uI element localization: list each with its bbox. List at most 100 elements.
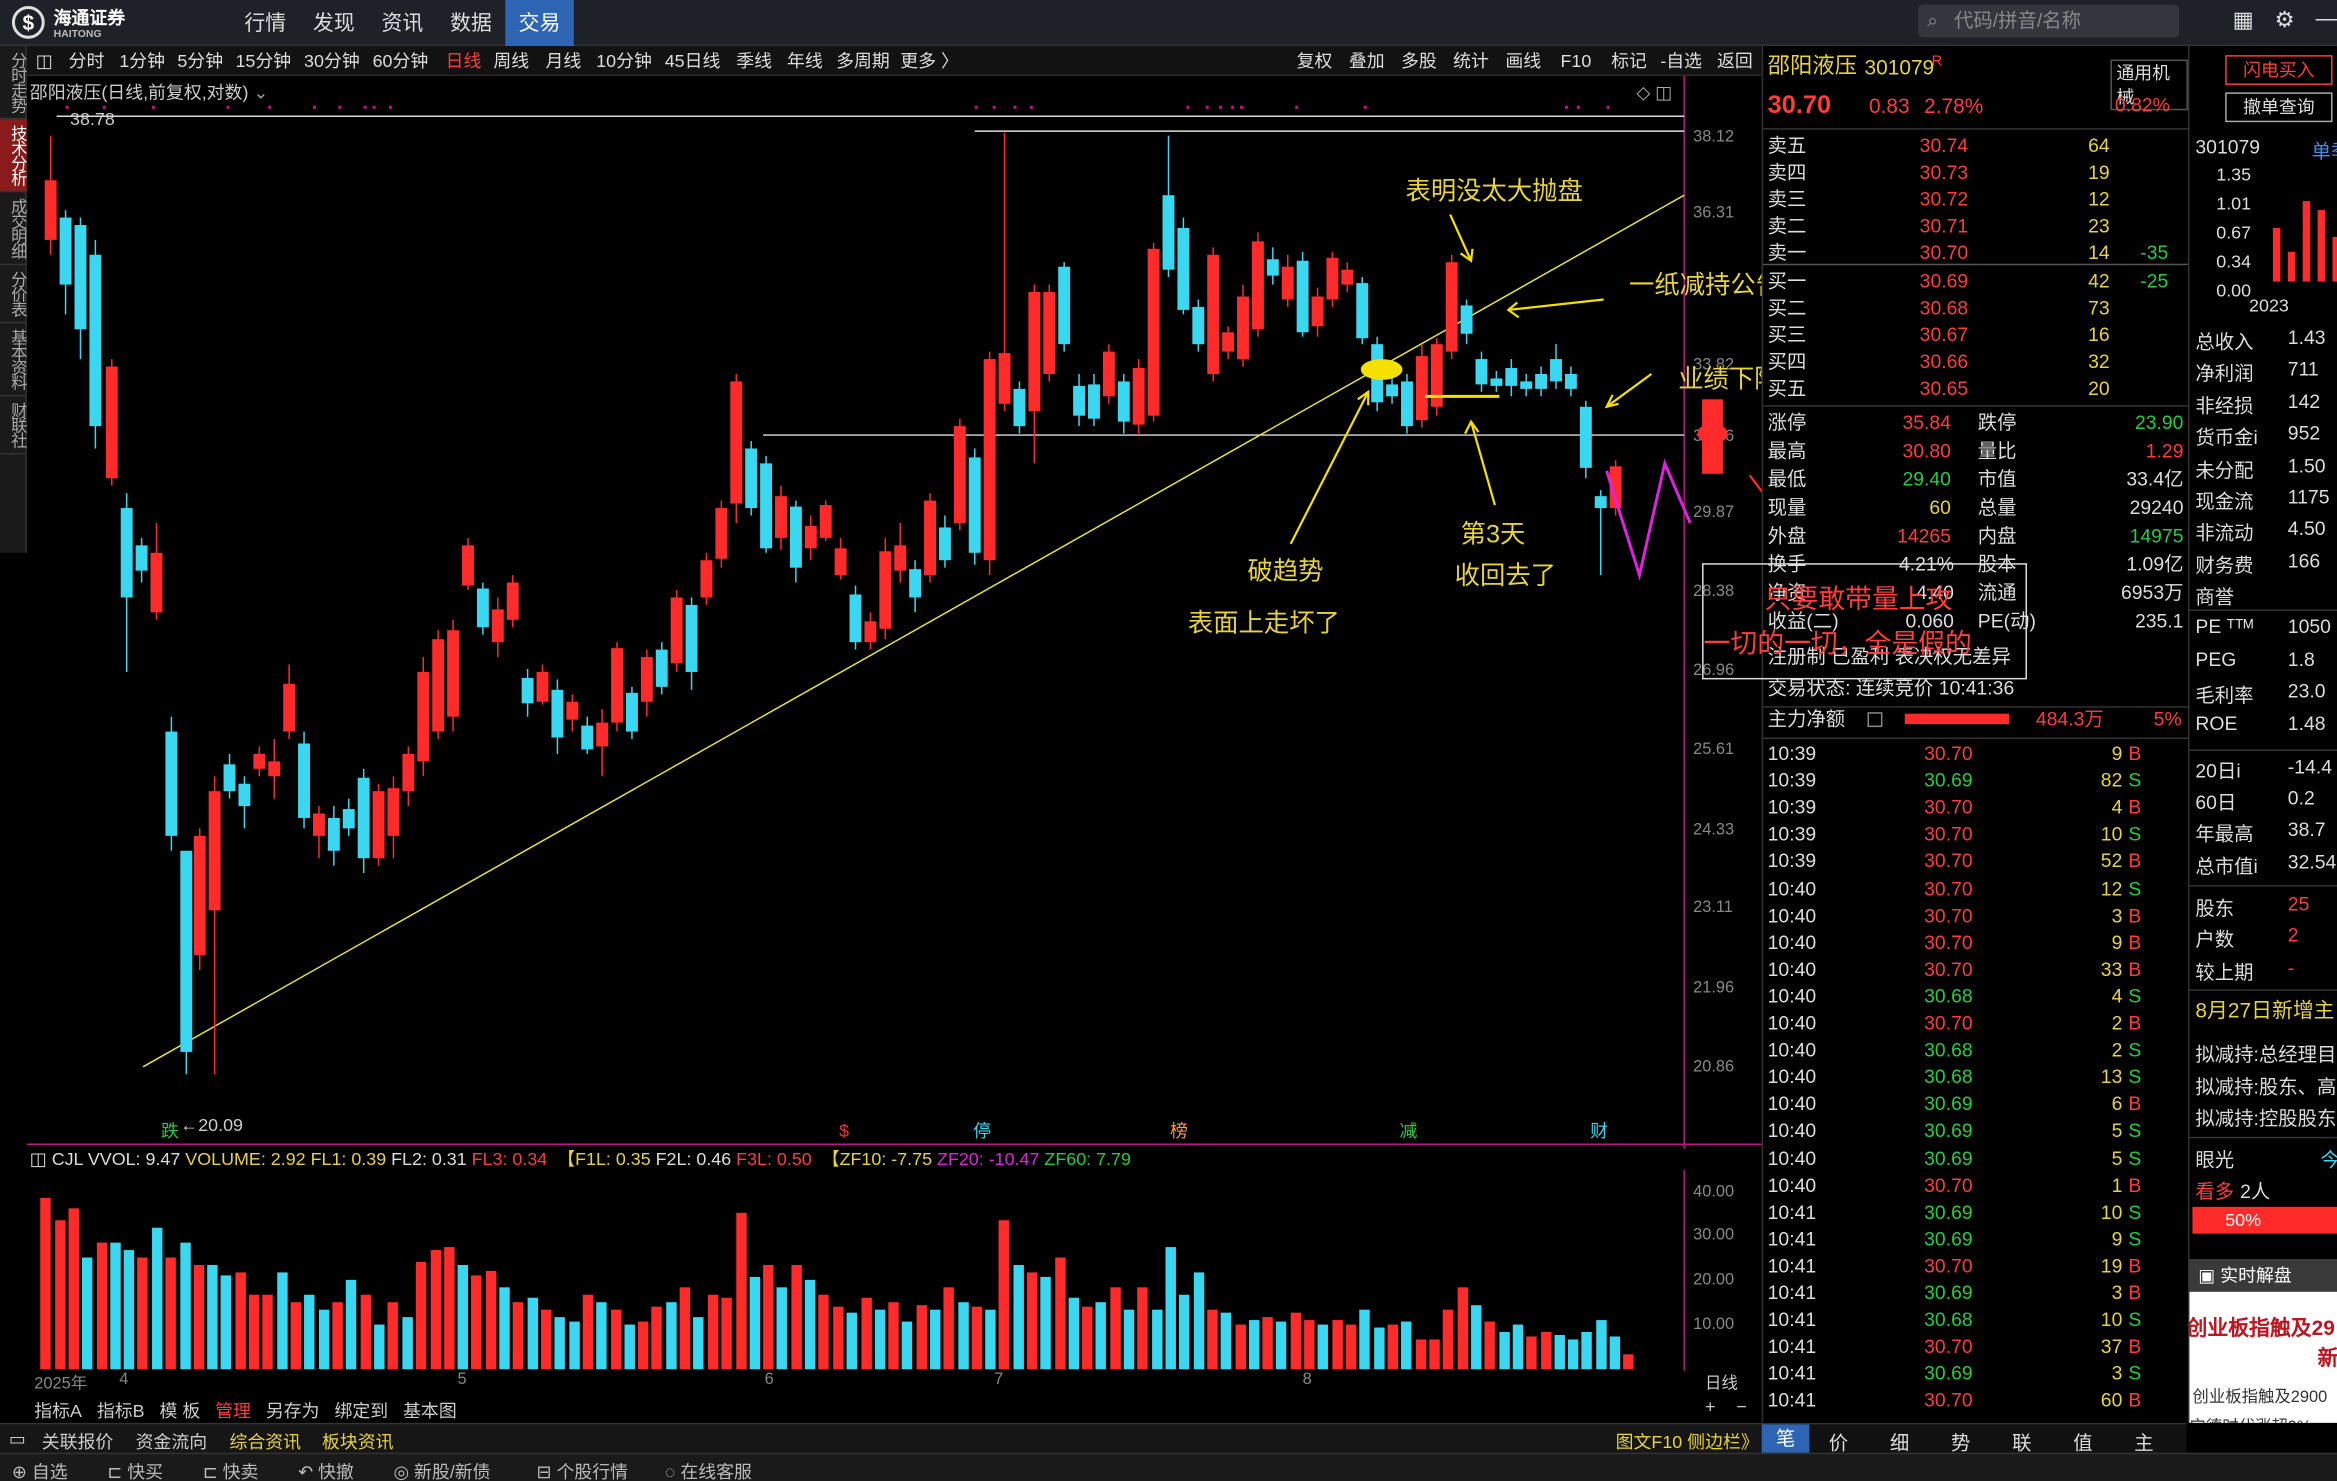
period-daily[interactable]: 日线 (446, 46, 482, 76)
tab-trend[interactable]: 势 (1951, 1427, 1970, 1455)
period-60min[interactable]: 60分钟 (373, 46, 429, 76)
period-5min[interactable]: 5分钟 (177, 46, 223, 76)
nav-quotes[interactable]: 行情 (231, 0, 300, 46)
tab-value[interactable]: 值 (2073, 1427, 2092, 1455)
period-weekly[interactable]: 周线 (493, 46, 529, 76)
tab-price-table[interactable]: 分价表 (0, 265, 27, 324)
minimize-icon[interactable]: — (2316, 6, 2337, 33)
tab-bind[interactable]: 绑定到 (334, 1397, 388, 1422)
tool-watchlist[interactable]: -自选 (1660, 46, 1702, 76)
tab-technical[interactable]: 技术分析 (0, 119, 27, 193)
candle (730, 373, 743, 523)
chart-settings-icon[interactable]: ⌄ (253, 82, 268, 103)
tab-price[interactable]: 价 (1829, 1427, 1848, 1455)
live-text: 创业板指触及2900 (2192, 1388, 2328, 1407)
cancel-query-button[interactable]: 撤单查询 (2225, 92, 2333, 123)
link-f10-sidebar[interactable]: 图文F10 侧边栏》 (1616, 1429, 1759, 1454)
gear-icon[interactable]: ⚙ (2275, 6, 2295, 32)
tab-intraday[interactable]: 分时走势 (0, 46, 27, 120)
link-related-quotes[interactable]: 关联报价 (42, 1429, 114, 1454)
tab-basic-info[interactable]: 基本资料 (0, 323, 27, 397)
tab-cls[interactable]: 财联社 (0, 396, 27, 455)
period-10min[interactable]: 10分钟 (596, 46, 652, 76)
stat-row: 最低 29.40 市值 33.4亿 (1763, 466, 2188, 493)
tick-side: S (2128, 1065, 2142, 1088)
tool-mark[interactable]: 标记 (1611, 46, 1647, 76)
live-title: 创业板指触及29 (2187, 1315, 2335, 1340)
tab-ticks[interactable]: 笔 (1761, 1424, 1810, 1455)
tab-link[interactable]: 联 (2012, 1427, 2031, 1455)
tab-detail[interactable]: 细 (1890, 1427, 1909, 1455)
live-analysis-header[interactable]: ▣ 实时解盘 (2189, 1258, 2337, 1292)
news-item[interactable]: 拟减持:总经理目 (2195, 1038, 2336, 1066)
tick-volume: 1 (2111, 1173, 2123, 1196)
tab-indicator-a[interactable]: 指标A (34, 1397, 82, 1422)
period-quarter[interactable]: 季线 (736, 46, 772, 76)
period-multi[interactable]: 多周期 (836, 46, 890, 76)
period-year[interactable]: 年线 (787, 46, 823, 76)
nav-discover[interactable]: 发现 (300, 0, 369, 46)
zoom-in-icon[interactable]: + (1705, 1396, 1715, 1417)
status-quick-cancel[interactable]: ↶ 快撤 (298, 1459, 354, 1481)
link-sector-news[interactable]: 板块资讯 (322, 1429, 394, 1454)
tab-manage[interactable]: 管理 (215, 1397, 251, 1422)
tool-back[interactable]: 返回 (1717, 46, 1753, 76)
period-monthly[interactable]: 月线 (545, 46, 581, 76)
nav-data[interactable]: 数据 (437, 0, 506, 46)
news-item[interactable]: 拟减持:控股股东 (2195, 1103, 2336, 1131)
news-head[interactable]: 8月27日新增主 (2195, 995, 2334, 1025)
side-label: 20日i (2195, 759, 2241, 783)
eye-right[interactable]: 今 (2321, 1144, 2337, 1172)
layout-icon[interactable]: ◫ (36, 46, 53, 76)
vol-settings-icon[interactable]: ◫ (30, 1149, 47, 1170)
status-watchlist[interactable]: ⊕ 自选 (12, 1459, 68, 1481)
period-1min[interactable]: 1分钟 (119, 46, 165, 76)
status-quick-sell[interactable]: ⊏ 快卖 (203, 1459, 259, 1481)
nav-trade[interactable]: 交易 (505, 0, 574, 47)
period-45day[interactable]: 45日线 (665, 46, 721, 76)
zoom-out-icon[interactable]: − (1736, 1396, 1746, 1417)
tab-trades[interactable]: 成交明细 (0, 192, 27, 266)
tab-save-as[interactable]: 另存为 (266, 1397, 320, 1422)
status-stock-quote[interactable]: ⊟ 个股行情 (537, 1459, 629, 1481)
volume-bar (1220, 1312, 1232, 1370)
search-input[interactable]: ⌕ 代码/拼音/名称 (1918, 4, 2180, 38)
kline-chart[interactable]: 38.1236.3133.8231.3629.8728.3826.9625.61… (26, 75, 1762, 1149)
period-intraday[interactable]: 分时 (69, 46, 105, 76)
tool-adjust[interactable]: 复权 (1297, 46, 1333, 76)
tick-side: B (2128, 1281, 2142, 1304)
checkbox-icon[interactable]: ▭ (9, 1429, 26, 1450)
period-more[interactable]: 更多 〉 (900, 46, 959, 76)
candle (357, 768, 370, 874)
link-fund-flow[interactable]: 资金流向 (136, 1429, 208, 1454)
period-30min[interactable]: 30分钟 (304, 46, 360, 76)
volume-bar (916, 1305, 928, 1370)
status-ipo[interactable]: ◎ 新股/新债 (393, 1459, 490, 1481)
grid-icon[interactable]: ▦ (2233, 6, 2254, 32)
chart-corner-icons[interactable]: ◇ ◫ (1636, 82, 1672, 103)
tab-main[interactable]: 主 (2134, 1427, 2153, 1455)
tool-multi[interactable]: 多股 (1401, 46, 1437, 76)
main-flow-icon[interactable] (1867, 712, 1883, 728)
tab-indicator-b[interactable]: 指标B (97, 1397, 145, 1422)
tool-overlay[interactable]: 叠加 (1349, 46, 1385, 76)
tick-time: 10:40 (1767, 1146, 1817, 1169)
nav-news[interactable]: 资讯 (368, 0, 437, 46)
volume-bar (360, 1294, 372, 1370)
volume-chart[interactable]: 40.00 30.00 20.00 10.00 (27, 1169, 1762, 1371)
tick-volume: 9 (2111, 1227, 2123, 1250)
tool-stats[interactable]: 统计 (1453, 46, 1489, 76)
tick-price: 30.68 (1924, 1308, 1973, 1331)
status-quick-buy[interactable]: ⊏ 快买 (107, 1459, 163, 1481)
flash-buy-button[interactable]: 闪电买入 (2225, 55, 2333, 85)
tab-template[interactable]: 模 板 (160, 1397, 201, 1422)
side-unit[interactable]: 单季 (2312, 136, 2337, 164)
stat-value: 6953万 (2120, 581, 2184, 604)
tool-f10[interactable]: F10 (1560, 46, 1591, 76)
news-item[interactable]: 拟减持:股东、高 (2195, 1071, 2336, 1099)
tool-draw[interactable]: 画线 (1505, 46, 1541, 76)
link-news[interactable]: 综合资讯 (230, 1429, 302, 1454)
period-15min[interactable]: 15分钟 (235, 46, 291, 76)
status-support[interactable]: ◌ 在线客服 (665, 1459, 752, 1481)
tab-basic-chart[interactable]: 基本图 (403, 1397, 457, 1422)
